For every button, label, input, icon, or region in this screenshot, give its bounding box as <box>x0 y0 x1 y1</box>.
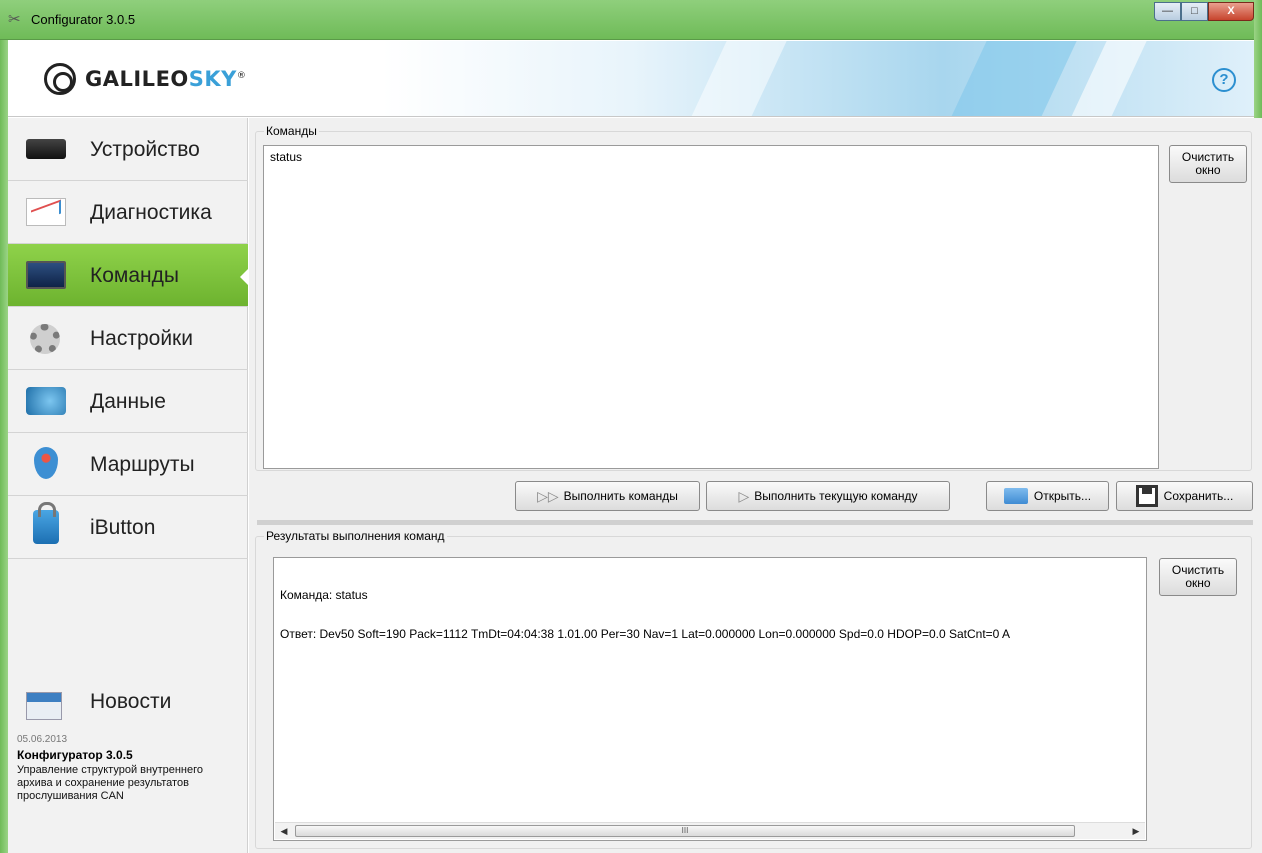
logo-text-accent: SKY <box>188 67 237 91</box>
scroll-right-icon[interactable]: ▶ <box>1129 825 1143 838</box>
logo-text: GALILEOSKY® <box>85 67 246 91</box>
clear-results-button[interactable]: Очистить окно <box>1159 558 1237 596</box>
sidebar-item-ibutton[interactable]: iButton <box>8 496 248 559</box>
help-icon[interactable]: ? <box>1212 68 1236 92</box>
sidebar-item-data[interactable]: Данные <box>8 370 248 433</box>
app-tools-icon: ✂ <box>8 11 21 28</box>
minimize-button[interactable]: — <box>1154 2 1181 21</box>
header-banner: GALILEOSKY® ? <box>8 41 1254 117</box>
calendar-icon <box>26 692 62 720</box>
news-label: Новости <box>90 690 172 713</box>
commands-editor[interactable]: status <box>263 145 1159 469</box>
sidebar-item-label: iButton <box>90 516 156 539</box>
window-controls: — □ X <box>1154 2 1254 21</box>
window-left-border <box>0 40 8 853</box>
folder-icon <box>1003 488 1028 504</box>
news-date: 05.06.2013 <box>17 734 68 745</box>
sidebar: Устройство Диагностика Команды Настройки… <box>8 118 249 853</box>
play-icon: ▷ <box>738 487 750 504</box>
run-commands-label: Выполнить команды <box>563 489 678 503</box>
clear-commands-button[interactable]: Очистить окно <box>1169 145 1247 183</box>
results-group-title: Результаты выполнения команд <box>264 529 447 543</box>
sidebar-item-label: Данные <box>90 390 166 413</box>
scrollbar-thumb[interactable]: III <box>295 825 1075 837</box>
save-button[interactable]: Сохранить... <box>1116 481 1253 511</box>
window-title: Configurator 3.0.5 <box>31 12 136 27</box>
logo-text-main: GALILEO <box>85 67 189 91</box>
logo-registered-mark: ® <box>236 71 247 81</box>
settings-gear-icon <box>30 324 60 354</box>
sidebar-item-label: Настройки <box>90 327 193 350</box>
diagnostics-icon <box>26 198 66 226</box>
data-icon <box>26 387 66 415</box>
open-button[interactable]: Открыть... <box>986 481 1109 511</box>
close-button[interactable]: X <box>1208 2 1254 21</box>
result-command-line: Команда: status <box>280 588 368 602</box>
horizontal-scrollbar[interactable]: ◀ III ▶ <box>275 822 1145 839</box>
device-icon <box>26 139 66 159</box>
run-current-label: Выполнить текущую команду <box>754 489 918 503</box>
main-panel: Команды status Очистить окно ▷▷ Выполнит… <box>249 118 1262 853</box>
sidebar-item-label: Устройство <box>90 138 200 161</box>
news-text: Управление структурой внутреннего архива… <box>17 764 203 802</box>
panel-splitter[interactable] <box>257 520 1253 525</box>
commands-group-title: Команды <box>264 124 319 138</box>
fast-forward-icon: ▷▷ <box>537 487 559 504</box>
sidebar-item-routes[interactable]: Маршруты <box>8 433 248 496</box>
route-pin-icon <box>34 447 58 479</box>
banner-stripe <box>684 41 792 116</box>
scroll-left-icon[interactable]: ◀ <box>277 825 291 838</box>
open-label: Открыть... <box>1033 489 1092 503</box>
save-label: Сохранить... <box>1163 489 1234 503</box>
sidebar-item-commands[interactable]: Команды <box>8 244 249 307</box>
banner-stripe <box>1064 41 1152 116</box>
clear-button-label: окно <box>1185 576 1211 590</box>
sidebar-item-label: Маршруты <box>90 453 195 476</box>
result-answer-line: Ответ: Dev50 Soft=190 Pack=1112 TmDt=04:… <box>280 627 1011 641</box>
sidebar-item-diagnostics[interactable]: Диагностика <box>8 181 248 244</box>
run-current-command-button[interactable]: ▷ Выполнить текущую команду <box>706 481 950 511</box>
commands-icon <box>26 261 66 289</box>
results-output[interactable]: Команда: status Ответ: Dev50 Soft=190 Pa… <box>273 557 1147 841</box>
sidebar-item-device[interactable]: Устройство <box>8 118 248 181</box>
ibutton-lock-icon <box>33 502 59 544</box>
sidebar-item-label: Диагностика <box>90 201 212 224</box>
floppy-disk-icon <box>1135 485 1158 507</box>
clear-button-label: окно <box>1195 163 1221 177</box>
news-title[interactable]: Конфигуратор 3.0.5 <box>17 748 133 762</box>
galileosky-logo: GALILEOSKY® <box>44 63 246 95</box>
sidebar-item-label: Команды <box>90 264 179 287</box>
banner-stripe <box>944 41 1082 116</box>
title-bar: ✂ Configurator 3.0.5 — □ X <box>0 0 1262 40</box>
maximize-button[interactable]: □ <box>1181 2 1208 21</box>
atom-logo-icon <box>44 63 76 95</box>
run-commands-button[interactable]: ▷▷ Выполнить команды <box>515 481 700 511</box>
sidebar-item-settings[interactable]: Настройки <box>8 307 248 370</box>
